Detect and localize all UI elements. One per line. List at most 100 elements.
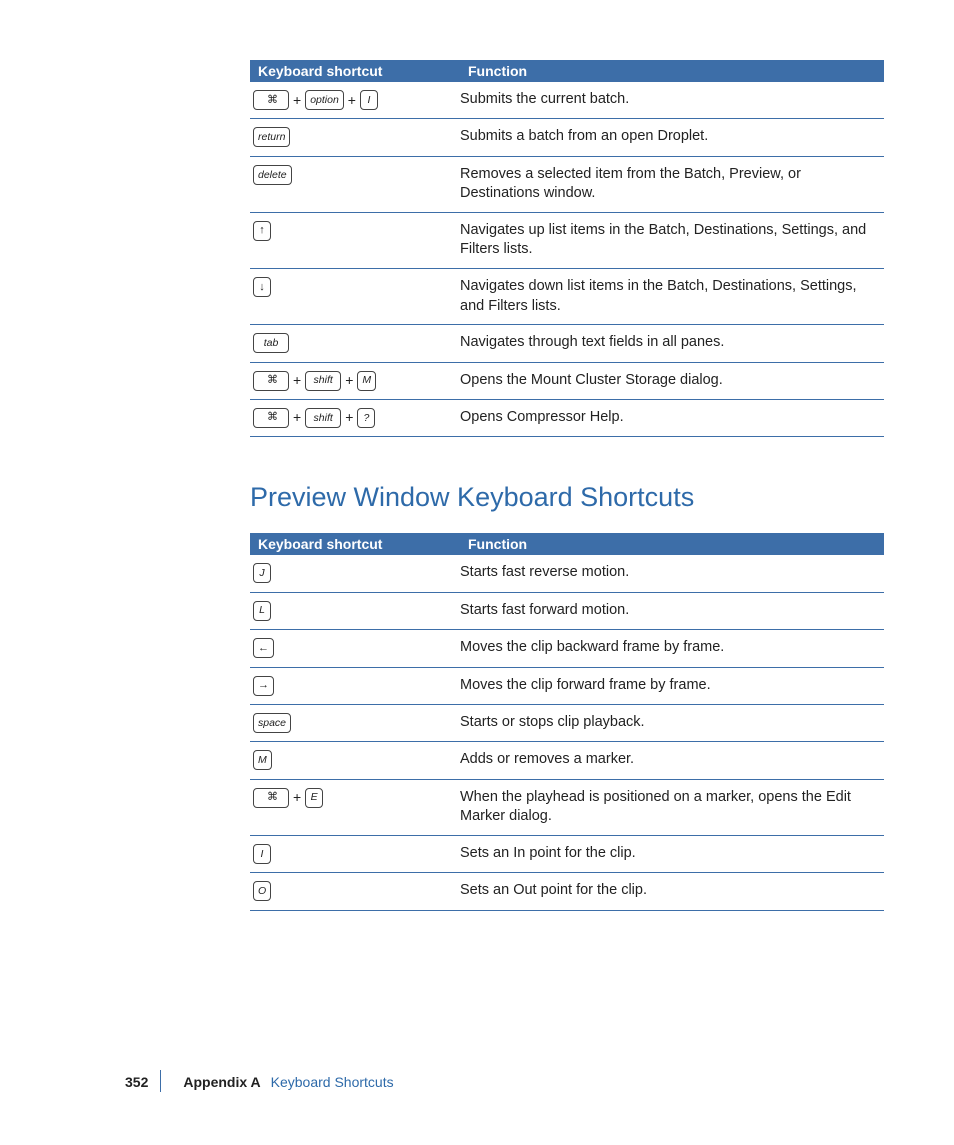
shortcut-cell: delete	[250, 156, 460, 212]
key-sequence: ↓	[252, 279, 272, 295]
keycap: M	[253, 750, 272, 770]
table-row: M Adds or removes a marker.	[250, 742, 884, 779]
plus-separator: +	[293, 788, 301, 807]
shortcut-cell: return	[250, 119, 460, 156]
table-row: → Moves the clip forward frame by frame.	[250, 667, 884, 704]
key-sequence: ⌘+E	[252, 790, 324, 806]
shortcut-table-1: Keyboard shortcut Function ⌘+option+I Sub…	[250, 60, 884, 437]
section-heading: Preview Window Keyboard Shortcuts	[250, 482, 884, 513]
shortcut-cell: I	[250, 835, 460, 872]
shortcut-cell: ⌘+shift+?	[250, 399, 460, 436]
command-key-icon: ⌘	[253, 788, 289, 808]
table-row: J Starts fast reverse motion.	[250, 555, 884, 592]
keycap: shift	[305, 408, 341, 428]
table-row: delete Removes a selected item from the B…	[250, 156, 884, 212]
keycap: I	[253, 844, 271, 864]
shortcut-cell: ⌘+E	[250, 779, 460, 835]
table-header-function: Function	[460, 60, 884, 82]
plus-separator: +	[345, 408, 353, 427]
command-key-icon: ⌘	[253, 90, 289, 110]
plus-separator: +	[293, 371, 301, 390]
table-row: ⌘+shift+MOpens the Mount Cluster Storage…	[250, 362, 884, 399]
shortcut-cell: O	[250, 873, 460, 910]
key-sequence: ↑	[252, 223, 272, 239]
function-cell: Navigates through text fields in all pan…	[460, 325, 884, 362]
function-cell: Submits a batch from an open Droplet.	[460, 119, 884, 156]
shortcut-cell: ←	[250, 630, 460, 667]
table-body-2: J Starts fast reverse motion. L Starts fast…	[250, 555, 884, 910]
plus-separator: +	[293, 91, 301, 110]
table-row: I Sets an In point for the clip.	[250, 835, 884, 872]
command-key-icon: ⌘	[253, 371, 289, 391]
key-sequence: ⌘+option+I	[252, 92, 379, 108]
function-cell: Submits the current batch.	[460, 82, 884, 119]
appendix-label: Appendix A	[183, 1074, 260, 1090]
key-sequence: →	[252, 677, 275, 693]
keycap: M	[357, 371, 376, 391]
table-header-function: Function	[460, 533, 884, 555]
command-key-icon: ⌘	[253, 408, 289, 428]
table-row: ⌘+shift+?Opens Compressor Help.	[250, 399, 884, 436]
shortcut-cell: tab	[250, 325, 460, 362]
key-sequence: return	[252, 129, 291, 145]
plus-separator: +	[348, 91, 356, 110]
key-sequence: O	[252, 883, 272, 899]
arrow-key-icon: ←	[253, 638, 274, 658]
keycap: tab	[253, 333, 289, 353]
arrow-key-icon: ↑	[253, 221, 271, 241]
key-sequence: space	[252, 715, 292, 731]
keycap: E	[305, 788, 323, 808]
keycap: I	[360, 90, 378, 110]
shortcut-cell: space	[250, 704, 460, 741]
shortcut-cell: M	[250, 742, 460, 779]
function-cell: Adds or removes a marker.	[460, 742, 884, 779]
table-header-shortcut: Keyboard shortcut	[250, 533, 460, 555]
table-row: L Starts fast forward motion.	[250, 592, 884, 629]
shortcut-cell: ↑	[250, 212, 460, 268]
function-cell: Opens the Mount Cluster Storage dialog.	[460, 362, 884, 399]
page-footer: 352 Appendix A Keyboard Shortcuts	[0, 1074, 954, 1090]
function-cell: Sets an In point for the clip.	[460, 835, 884, 872]
keycap: shift	[305, 371, 341, 391]
function-cell: Moves the clip forward frame by frame.	[460, 667, 884, 704]
function-cell: Navigates down list items in the Batch, …	[460, 269, 884, 325]
shortcut-cell: ↓	[250, 269, 460, 325]
key-sequence: J	[252, 565, 272, 581]
table-row: ↓ Navigates down list items in the Batch,…	[250, 269, 884, 325]
arrow-key-icon: ↓	[253, 277, 271, 297]
function-cell: Moves the clip backward frame by frame.	[460, 630, 884, 667]
key-sequence: ←	[252, 640, 275, 656]
table-row: ⌘+option+I Submits the current batch.	[250, 82, 884, 119]
shortcut-cell: ⌘+shift+M	[250, 362, 460, 399]
appendix-title: Keyboard Shortcuts	[271, 1074, 394, 1090]
keycap: L	[253, 601, 271, 621]
keycap: ?	[357, 408, 375, 428]
key-sequence: L	[252, 603, 272, 619]
keycap: delete	[253, 165, 292, 185]
function-cell: When the playhead is positioned on a mar…	[460, 779, 884, 835]
key-sequence: ⌘+shift+?	[252, 410, 376, 426]
function-cell: Navigates up list items in the Batch, De…	[460, 212, 884, 268]
keycap: J	[253, 563, 271, 583]
arrow-key-icon: →	[253, 676, 274, 696]
keycap: O	[253, 881, 271, 901]
key-sequence: M	[252, 752, 273, 768]
function-cell: Sets an Out point for the clip.	[460, 873, 884, 910]
keycap: space	[253, 713, 291, 733]
function-cell: Starts fast reverse motion.	[460, 555, 884, 592]
shortcut-cell: L	[250, 592, 460, 629]
function-cell: Starts fast forward motion.	[460, 592, 884, 629]
shortcut-cell: →	[250, 667, 460, 704]
function-cell: Removes a selected item from the Batch, …	[460, 156, 884, 212]
key-sequence: I	[252, 846, 272, 862]
footer-divider	[160, 1070, 161, 1092]
table-row: ⌘+E When the playhead is positioned on a …	[250, 779, 884, 835]
key-sequence: tab	[252, 335, 290, 351]
table-row: tab Navigates through text fields in all …	[250, 325, 884, 362]
plus-separator: +	[293, 408, 301, 427]
page-number: 352	[125, 1074, 148, 1090]
table-header-shortcut: Keyboard shortcut	[250, 60, 460, 82]
document-page: Keyboard shortcut Function ⌘+option+I Sub…	[0, 0, 954, 911]
table-row: return Submits a batch from an open Dropl…	[250, 119, 884, 156]
key-sequence: ⌘+shift+M	[252, 372, 377, 388]
